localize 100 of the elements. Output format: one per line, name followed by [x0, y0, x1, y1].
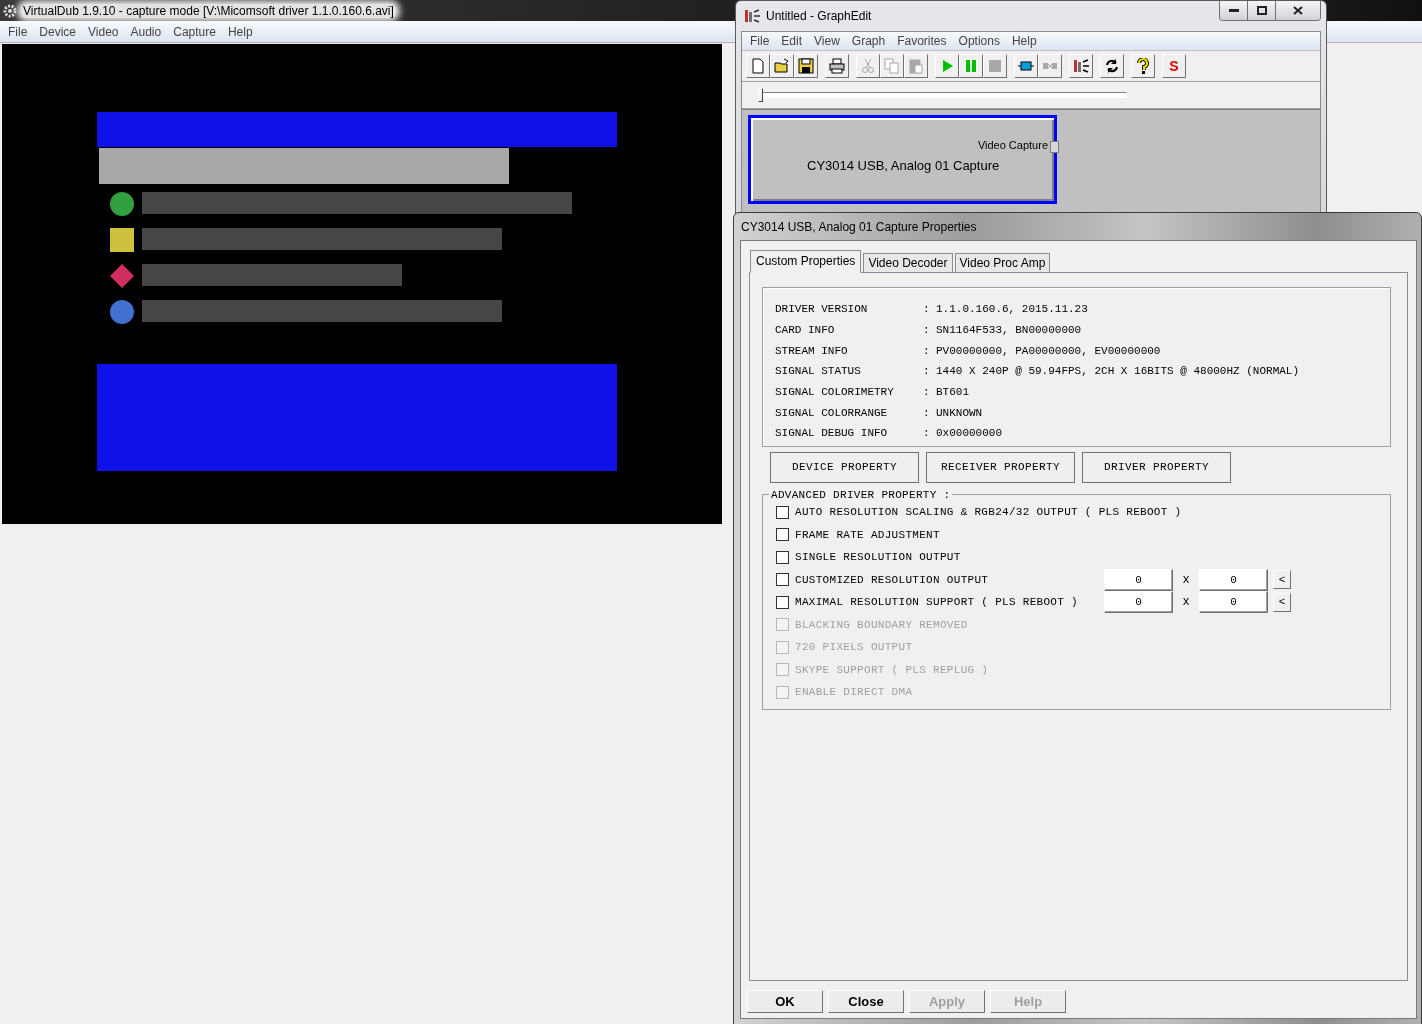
info-colon: : — [923, 386, 931, 399]
info-colon: : — [923, 303, 931, 316]
option-label: AUTO RESOLUTION SCALING & RGB24/32 OUTPUT ( PLS REBOOT ) — [795, 506, 1182, 519]
clipboard-icon — [908, 58, 924, 74]
info-label: SIGNAL DEBUG INFO — [775, 427, 889, 440]
menu-item[interactable]: Audio — [124, 24, 168, 39]
close-button[interactable] — [1275, 1, 1320, 20]
checkbox[interactable] — [776, 573, 789, 587]
apply-arrow-button[interactable]: < — [1273, 592, 1291, 612]
output-pin[interactable] — [1050, 141, 1059, 153]
checkbox[interactable] — [776, 528, 789, 542]
graph-icon — [1073, 58, 1089, 74]
info-colon: : — [923, 427, 931, 440]
help-icon — [1135, 58, 1151, 74]
dialog-button[interactable]: Close — [828, 990, 904, 1013]
menu-item[interactable]: View — [808, 34, 846, 48]
option-label: ENABLE DIRECT DMA — [795, 686, 914, 699]
separator: x — [1181, 572, 1191, 587]
menu-item[interactable]: Favorites — [891, 34, 953, 48]
filter-name: CY3014 USB, Analog 01 Capture — [807, 158, 1000, 173]
option-label: SINGLE RESOLUTION OUTPUT — [795, 551, 962, 564]
window-title: CY3014 USB, Analog 01 Capture Properties — [741, 219, 977, 234]
new-file-icon — [750, 58, 766, 74]
filter-node[interactable]: Video Capture CY3014 USB, Analog 01 Capture — [748, 115, 1057, 204]
tab[interactable]: Video Decoder — [863, 253, 953, 272]
info-label: SIGNAL STATUS — [775, 365, 862, 378]
menu-item[interactable]: Device — [33, 24, 83, 39]
width-field[interactable]: 0 — [1104, 568, 1173, 591]
height-field[interactable]: 0 — [1199, 568, 1268, 591]
window-title: VirtualDub 1.9.10 - capture mode [V:\Micomsoft driver 1.1.0.160.6.avi] — [21, 3, 396, 18]
toolbar-button[interactable] — [825, 54, 849, 78]
info-value: UNKNOWN — [936, 406, 984, 419]
maximize-button[interactable] — [1247, 1, 1275, 20]
option-label: 720 PIXELS OUTPUT — [795, 641, 914, 654]
toolbar-button[interactable] — [794, 54, 818, 78]
option-label: BLACKING BOUNDARY REMOVED — [795, 618, 969, 631]
menu-item[interactable]: Video — [82, 24, 125, 39]
minimize-button[interactable] — [1220, 1, 1247, 20]
filter-icon — [1018, 58, 1034, 74]
graph-icon — [743, 7, 761, 25]
info-label: CARD INFO — [775, 324, 836, 337]
menu-item[interactable]: File — [744, 34, 776, 48]
menu-item[interactable]: Edit — [775, 34, 809, 48]
toolbar-button[interactable] — [1131, 54, 1155, 78]
stop-icon — [987, 58, 1003, 74]
minimize-icon — [1228, 8, 1239, 13]
property-button[interactable]: DRIVER PROPERTY — [1082, 451, 1231, 483]
option-label: CUSTOMIZED RESOLUTION OUTPUT — [795, 573, 990, 586]
folder-icon — [774, 58, 790, 74]
toolbar-button[interactable]: S — [1162, 54, 1186, 78]
option-label: SKYPE SUPPORT ( PLS REPLUG ) — [795, 663, 990, 676]
menu-item[interactable]: Graph — [845, 34, 892, 48]
height-field[interactable]: 0 — [1199, 591, 1268, 614]
menu-item[interactable]: Help — [1005, 34, 1043, 48]
info-colon: : — [923, 365, 931, 378]
separator: x — [1181, 595, 1191, 610]
menu-item[interactable]: Capture — [167, 24, 222, 39]
pause-icon — [963, 58, 979, 74]
close-icon — [1293, 6, 1303, 15]
save-icon — [798, 58, 814, 74]
pin-label: Video Capture — [977, 139, 1048, 151]
info-value: PV00000000, PA00000000, EV00000000 — [936, 344, 1162, 357]
checkbox[interactable] — [776, 505, 789, 519]
maximize-icon — [1256, 6, 1267, 15]
info-value: 0x00000000 — [936, 427, 1003, 440]
checkbox[interactable] — [776, 550, 789, 564]
info-colon: : — [923, 324, 931, 337]
copy-icon — [884, 58, 900, 74]
toolbar-button[interactable] — [1100, 54, 1124, 78]
width-field[interactable]: 0 — [1104, 591, 1173, 614]
gear-icon — [2, 2, 18, 19]
info-label: SIGNAL COLORIMETRY — [775, 386, 895, 399]
info-label: SIGNAL COLORRANGE — [775, 406, 889, 419]
info-label: DRIVER VERSION — [775, 303, 869, 316]
refresh-icon — [1104, 58, 1120, 74]
apply-arrow-button[interactable]: < — [1273, 570, 1291, 590]
window-title: Untitled - GraphEdit — [766, 9, 872, 23]
option-label: FRAME RATE ADJUSTMENT — [795, 528, 941, 541]
menu-item[interactable]: Options — [952, 34, 1006, 48]
menu-item[interactable]: Help — [221, 24, 259, 39]
tab[interactable]: Custom Properties — [750, 250, 862, 273]
menu-item[interactable]: File — [2, 24, 34, 39]
toolbar-button[interactable] — [1069, 54, 1093, 78]
info-value: SN1164F533, BN00000000 — [936, 324, 1083, 337]
property-button[interactable]: DEVICE PROPERTY — [770, 451, 919, 483]
info-colon: : — [923, 344, 931, 357]
dialog-button[interactable]: OK — [747, 990, 823, 1013]
printer-icon — [829, 58, 845, 74]
group-title: ADVANCED DRIVER PROPERTY : — [770, 488, 952, 501]
tab[interactable]: Video Proc Amp — [954, 253, 1051, 272]
info-value: 1.1.0.160.6, 2015.11.23 — [936, 303, 1089, 316]
checkbox[interactable] — [776, 595, 789, 609]
scissors-icon — [860, 58, 876, 74]
property-button[interactable]: RECEIVER PROPERTY — [926, 451, 1075, 483]
info-value: BT601 — [936, 386, 970, 399]
slider-thumb[interactable] — [758, 88, 763, 102]
option-label: MAXIMAL RESOLUTION SUPPORT ( PLS REBOOT ) — [795, 596, 1079, 609]
info-value: 1440 X 240P @ 59.94FPS, 2CH X 16BITS @ 48000HZ (NORMAL) — [936, 365, 1301, 378]
toolbar-button[interactable] — [1014, 54, 1038, 78]
info-colon: : — [923, 406, 931, 419]
